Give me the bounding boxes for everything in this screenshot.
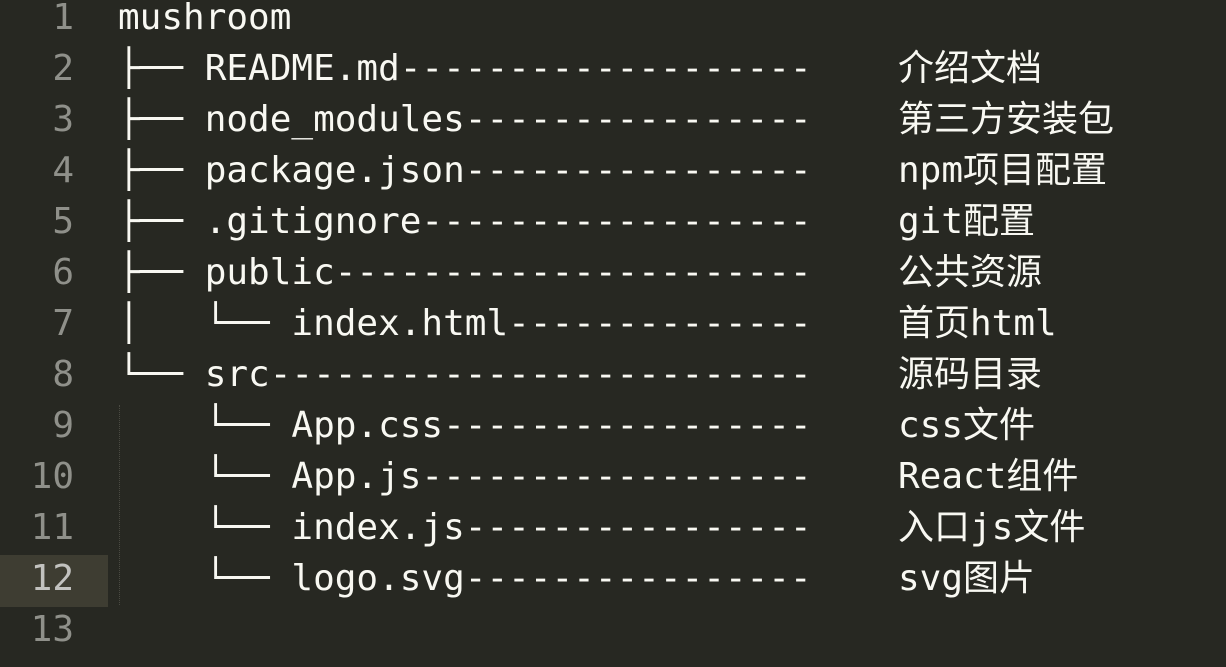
code-line[interactable]: 7 │ └── index.html-------------- 首页html	[0, 306, 1226, 357]
code-line[interactable]: 9 └── App.css----------------- css文件	[0, 408, 1226, 459]
line-code[interactable]: └── src-------------------------	[118, 357, 812, 408]
line-code[interactable]: └── logo.svg----------------	[118, 561, 812, 612]
line-code[interactable]: ├── .gitignore------------------	[118, 204, 812, 255]
code-line[interactable]: 8 └── src------------------------- 源码目录	[0, 357, 1226, 408]
line-code[interactable]: │ └── index.html--------------	[118, 306, 812, 357]
line-code[interactable]: ├── package.json----------------	[118, 153, 812, 204]
line-description[interactable]: 源码目录	[898, 357, 1042, 408]
code-line[interactable]: 10 └── App.js------------------ React组件	[0, 459, 1226, 510]
line-number: 13	[30, 609, 74, 650]
line-description[interactable]: css文件	[898, 408, 1035, 459]
code-editor[interactable]: 1 mushroom 2 ├── README.md--------------…	[0, 0, 1226, 667]
line-code[interactable]: mushroom	[118, 0, 291, 51]
line-description[interactable]: 入口js文件	[898, 510, 1085, 561]
line-number: 6	[52, 252, 74, 293]
code-line[interactable]: 11 └── index.js---------------- 入口js文件	[0, 510, 1226, 561]
code-line[interactable]: 1 mushroom	[0, 0, 1226, 51]
line-code[interactable]: └── App.css-----------------	[118, 408, 812, 459]
line-number: 4	[52, 150, 74, 191]
line-code[interactable]: └── index.js----------------	[118, 510, 812, 561]
line-number: 2	[52, 48, 74, 89]
line-number: 3	[52, 99, 74, 140]
line-number: 12	[30, 558, 74, 599]
line-description[interactable]: npm项目配置	[898, 153, 1107, 204]
line-code[interactable]: └── App.js------------------	[118, 459, 812, 510]
line-number: 7	[52, 303, 74, 344]
line-description[interactable]: 首页html	[898, 306, 1057, 357]
line-number: 8	[52, 354, 74, 395]
line-description[interactable]: svg图片	[898, 561, 1035, 612]
line-code[interactable]: ├── public----------------------	[118, 255, 812, 306]
line-number: 9	[52, 405, 74, 446]
code-line[interactable]: 6 ├── public---------------------- 公共资源	[0, 255, 1226, 306]
line-code[interactable]: ├── node_modules----------------	[118, 102, 812, 153]
line-number: 5	[52, 201, 74, 242]
line-description[interactable]: 公共资源	[898, 255, 1042, 306]
code-line[interactable]: 5 ├── .gitignore------------------ git配置	[0, 204, 1226, 255]
line-number: 10	[30, 456, 74, 497]
line-number: 11	[30, 507, 74, 548]
line-code[interactable]: ├── README.md-------------------	[118, 51, 812, 102]
code-line[interactable]: 4 ├── package.json---------------- npm项目…	[0, 153, 1226, 204]
code-line[interactable]: 13	[0, 612, 1226, 663]
line-description[interactable]: 第三方安装包	[898, 102, 1114, 153]
line-number: 1	[52, 0, 74, 38]
code-line[interactable]: 2 ├── README.md------------------- 介绍文档	[0, 51, 1226, 102]
code-line[interactable]: 3 ├── node_modules---------------- 第三方安装…	[0, 102, 1226, 153]
line-description[interactable]: git配置	[898, 204, 1035, 255]
line-description[interactable]: 介绍文档	[898, 51, 1042, 102]
line-description[interactable]: React组件	[898, 459, 1078, 510]
code-line-active[interactable]: 12 └── logo.svg---------------- svg图片	[0, 561, 1226, 612]
